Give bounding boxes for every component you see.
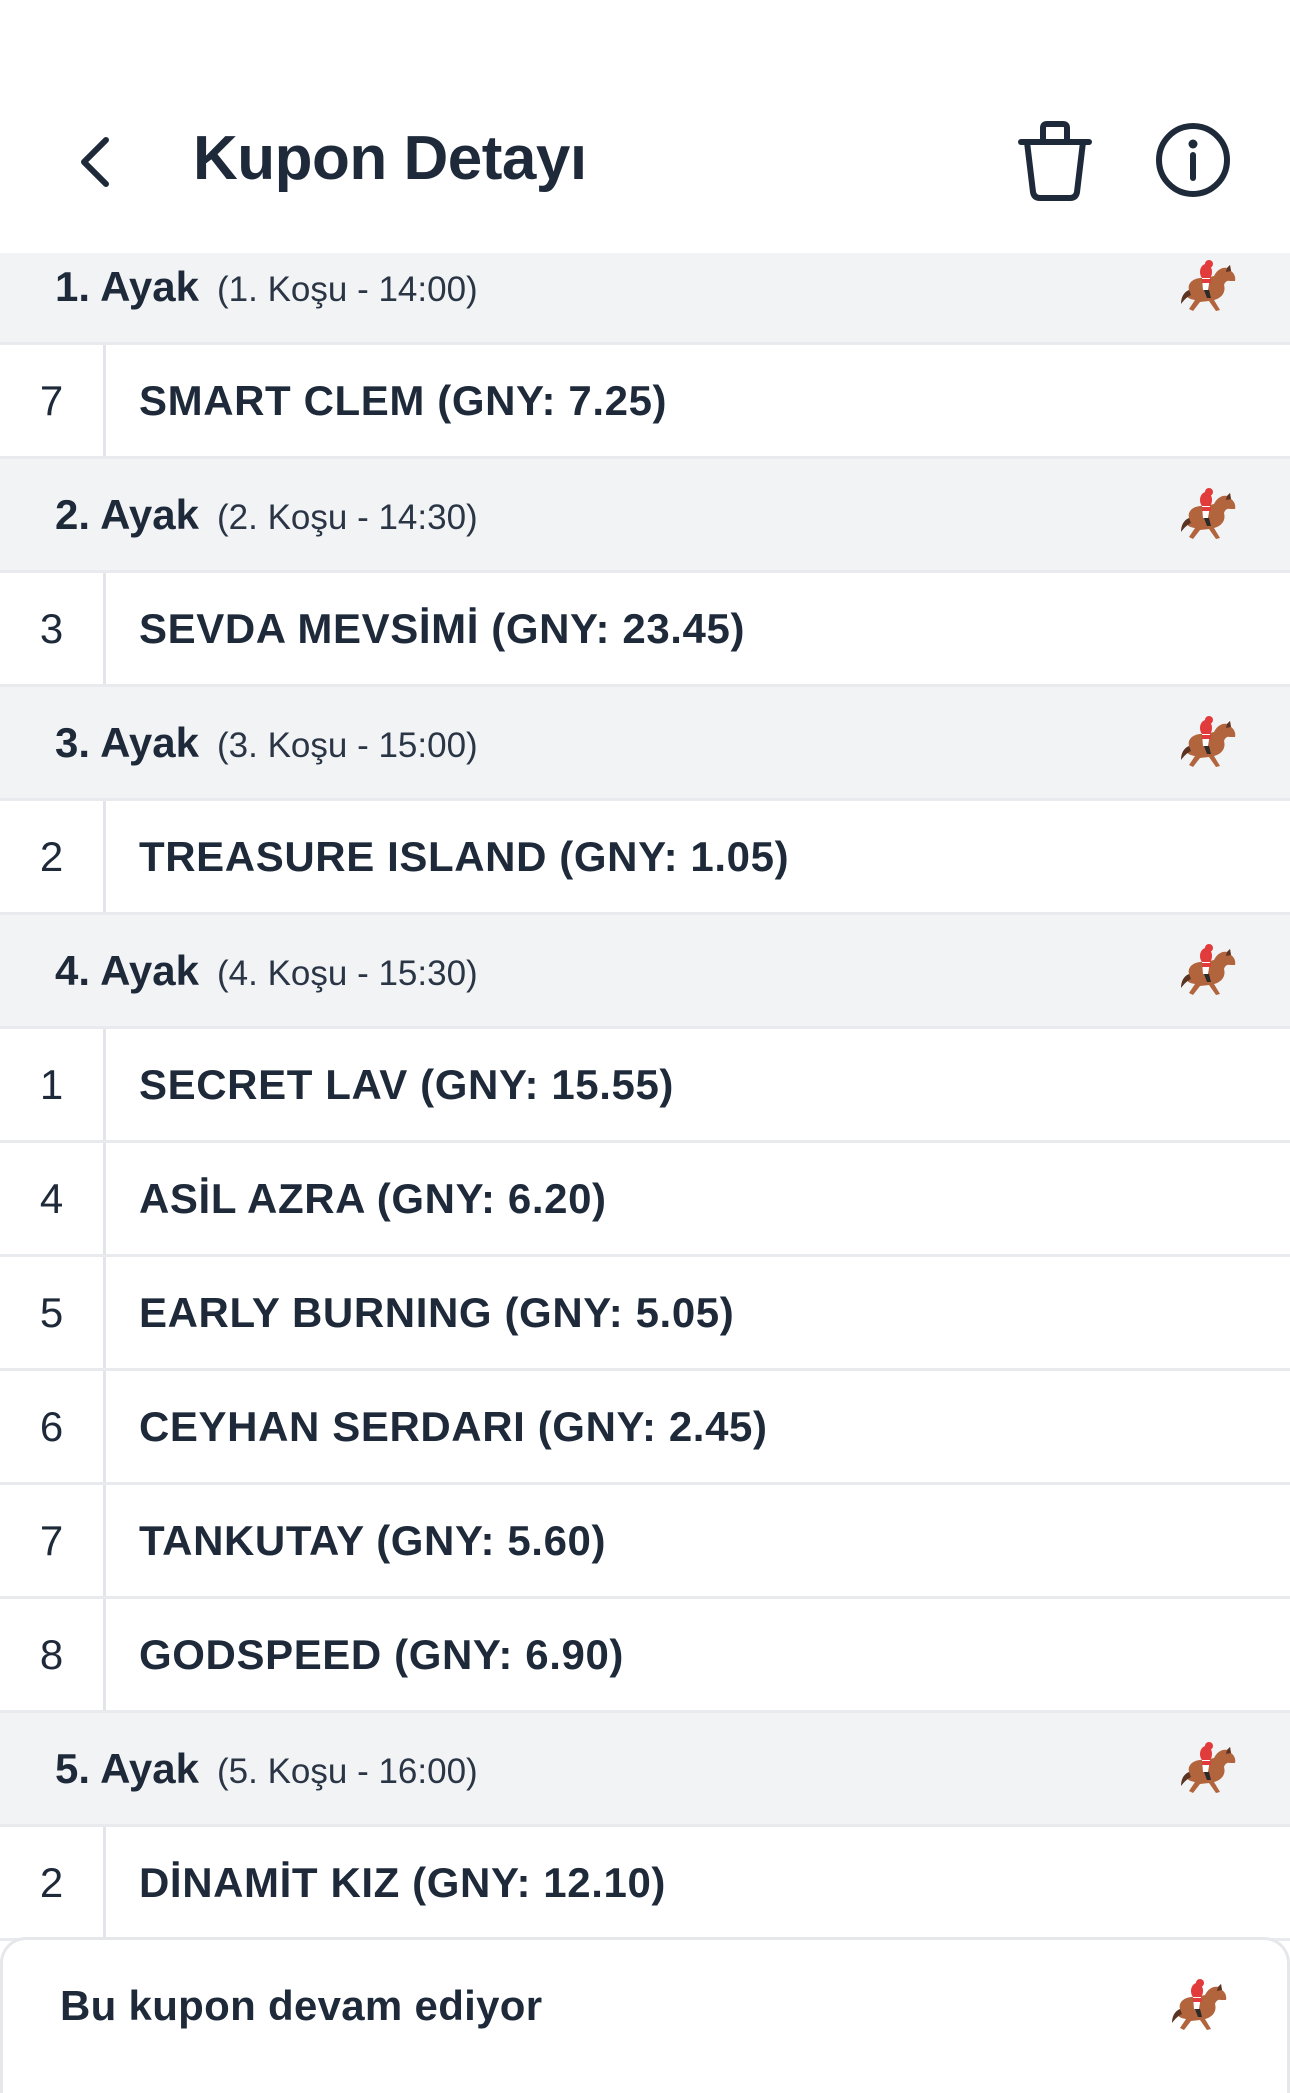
runner-row: 1 SECRET LAV (GNY: 15.55) [0,1029,1290,1143]
leg-header: 4. Ayak (4. Koşu - 15:30) [0,915,1290,1029]
horse-racing-icon [1180,1742,1238,1796]
runner-name: TANKUTAY (GNY: 5.60) [139,1516,607,1564]
runner-row: 5 EARLY BURNING (GNY: 5.05) [0,1257,1290,1371]
info-button[interactable] [1153,120,1233,200]
runner-row: 4 ASİL AZRA (GNY: 6.20) [0,1143,1290,1257]
horse-racing-icon [1171,1979,1229,2033]
chevron-left-icon [81,137,109,187]
page-title: Kupon Detayı [193,124,587,193]
runner-row: 8 GODSPEED (GNY: 6.90) [0,1599,1290,1713]
runner-row: 7 SMART CLEM (GNY: 7.25) [0,345,1290,459]
leg-header: 2. Ayak (2. Koşu - 14:30) [0,459,1290,573]
runner-name: GODSPEED (GNY: 6.90) [139,1630,624,1678]
runner-number: 7 [0,1485,106,1596]
runner-row: 2 TREASURE ISLAND (GNY: 1.05) [0,801,1290,915]
runner-number: 2 [0,801,106,912]
delete-coupon-button[interactable] [1015,118,1095,204]
info-icon [1156,123,1230,197]
runner-row: 2 DİNAMİT KIZ (GNY: 12.10) [0,1827,1290,1941]
app-header: Kupon Detayı [0,0,1290,253]
trash-icon [1018,121,1092,201]
runner-row: 7 TANKUTAY (GNY: 5.60) [0,1485,1290,1599]
leg-header: 3. Ayak (3. Koşu - 15:00) [0,687,1290,801]
runner-name: SECRET LAV (GNY: 15.55) [139,1060,675,1108]
leg-race-info: (2. Koşu - 14:30) [217,497,478,537]
runner-number: 2 [0,1827,106,1938]
runner-name: TREASURE ISLAND (GNY: 1.05) [139,832,790,880]
runner-row: 3 SEVDA MEVSİMİ (GNY: 23.45) [0,573,1290,687]
runner-name: SMART CLEM (GNY: 7.25) [139,376,668,424]
runner-number: 7 [0,345,106,456]
leg-header: 5. Ayak (5. Koşu - 16:00) [0,1713,1290,1827]
coupon-leg-list[interactable]: 1. Ayak (1. Koşu - 14:00) 7 SMART CLEM (… [0,231,1290,2077]
runner-number: 6 [0,1371,106,1482]
leg-race-info: (1. Koşu - 14:00) [217,269,478,309]
runner-number: 5 [0,1257,106,1368]
runner-name: EARLY BURNING (GNY: 5.05) [139,1288,735,1336]
runner-name: CEYHAN SERDARI (GNY: 2.45) [139,1402,768,1450]
runner-row: 6 CEYHAN SERDARI (GNY: 2.45) [0,1371,1290,1485]
runner-number: 8 [0,1599,106,1710]
leg-name: 5. Ayak [55,1744,199,1792]
runner-number: 3 [0,573,106,684]
coupon-status-text: Bu kupon devam ediyor [60,1982,543,2029]
back-button[interactable] [70,120,126,200]
runner-number: 1 [0,1029,106,1140]
horse-racing-icon [1180,260,1238,314]
leg-name: 1. Ayak [55,262,199,310]
leg-name: 2. Ayak [55,490,199,538]
runner-name: ASİL AZRA (GNY: 6.20) [139,1174,607,1222]
runner-number: 4 [0,1143,106,1254]
coupon-status-bar: Bu kupon devam ediyor [0,1937,1290,2093]
leg-race-info: (5. Koşu - 16:00) [217,1751,478,1791]
leg-race-info: (4. Koşu - 15:30) [217,953,478,993]
leg-name: 4. Ayak [55,946,199,994]
horse-racing-icon [1180,716,1238,770]
leg-name: 3. Ayak [55,718,199,766]
runner-name: DİNAMİT KIZ (GNY: 12.10) [139,1858,666,1906]
horse-racing-icon [1180,488,1238,542]
horse-racing-icon [1180,944,1238,998]
leg-race-info: (3. Koşu - 15:00) [217,725,478,765]
runner-name: SEVDA MEVSİMİ (GNY: 23.45) [139,604,746,652]
